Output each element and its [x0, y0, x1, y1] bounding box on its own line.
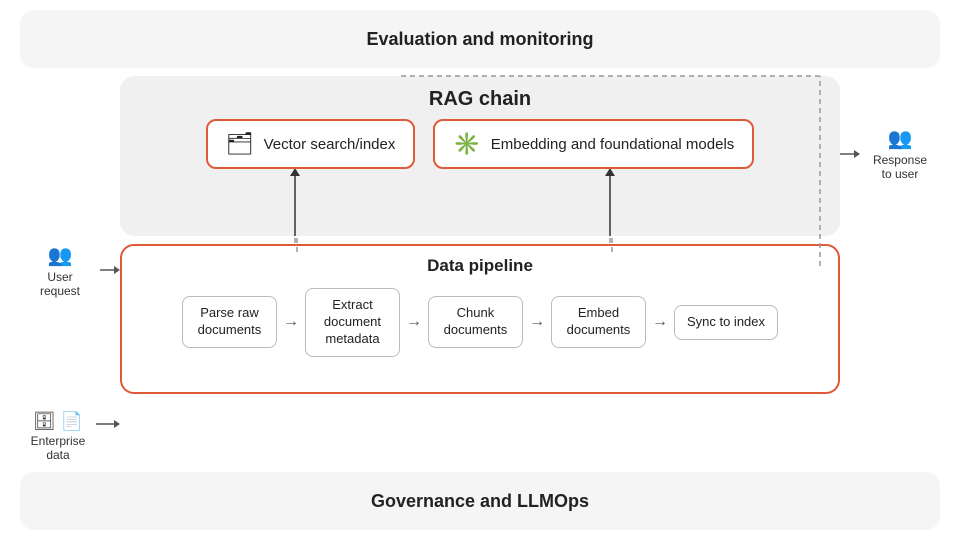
step-sync-label: Sync to index — [687, 314, 765, 329]
diagram: Evaluation and monitoring 👥 User request… — [20, 10, 940, 530]
enterprise-area: 🗄 📄 Enterprise data — [20, 411, 96, 462]
rag-section: RAG chain 🗂 Vect — [120, 76, 840, 236]
vector-chip: 🗂 Vector search/index — [206, 119, 416, 169]
eval-box: Evaluation and monitoring — [20, 10, 940, 68]
rag-chips-container: 🗂 Vector search/index ✳️ Embedding and f… — [120, 119, 840, 169]
step-parse-label: Parse raw documents — [198, 305, 262, 337]
arrow-4: → — [652, 313, 668, 331]
rag-title: RAG chain — [429, 88, 531, 111]
arrow-3: → — [529, 313, 545, 331]
response-icon: 👥 — [888, 126, 913, 151]
enterprise-label: Enterprise data — [31, 434, 86, 462]
embedding-icon: ✳️ — [453, 131, 480, 157]
user-request-area: 👥 User request — [20, 76, 100, 464]
user-request-label: User request — [40, 270, 80, 298]
enterprise-arrow-container — [96, 416, 120, 432]
gov-label: Governance and LLMOps — [371, 491, 589, 512]
vector-icon: 🗂 — [226, 131, 254, 157]
pipeline-title: Data pipeline — [427, 256, 533, 276]
arrow-1: → — [283, 313, 299, 331]
user-icon: 👥 — [48, 243, 73, 268]
arrow-2: → — [406, 313, 422, 331]
gov-box: Governance and LLMOps — [20, 472, 940, 530]
enterprise-icon: 🗄 📄 — [33, 411, 83, 432]
step-extract: Extract document metadata — [305, 288, 400, 357]
pipeline-steps: Parse raw documents → Extract document m… — [164, 288, 796, 357]
step-embed: Embed documents — [551, 296, 646, 348]
eval-label: Evaluation and monitoring — [366, 29, 593, 50]
pipeline-section: Data pipeline Parse raw documents → Extr… — [120, 244, 840, 394]
step-chunk: Chunk documents — [428, 296, 523, 348]
step-embed-label: Embed documents — [567, 305, 631, 337]
embedding-chip: ✳️ Embedding and foundational models — [433, 119, 754, 169]
step-chunk-label: Chunk documents — [444, 305, 508, 337]
user-arrow — [100, 262, 120, 278]
vector-label: Vector search/index — [264, 136, 396, 153]
step-extract-label: Extract document metadata — [324, 297, 381, 346]
response-arrow — [840, 146, 860, 162]
response-label: Response to user — [873, 153, 927, 181]
response-area: 👥 Response to user — [860, 76, 940, 464]
embedding-label: Embedding and foundational models — [491, 136, 735, 153]
step-sync: Sync to index — [674, 305, 778, 340]
enterprise-arrow — [96, 416, 120, 432]
step-parse: Parse raw documents — [182, 296, 277, 348]
